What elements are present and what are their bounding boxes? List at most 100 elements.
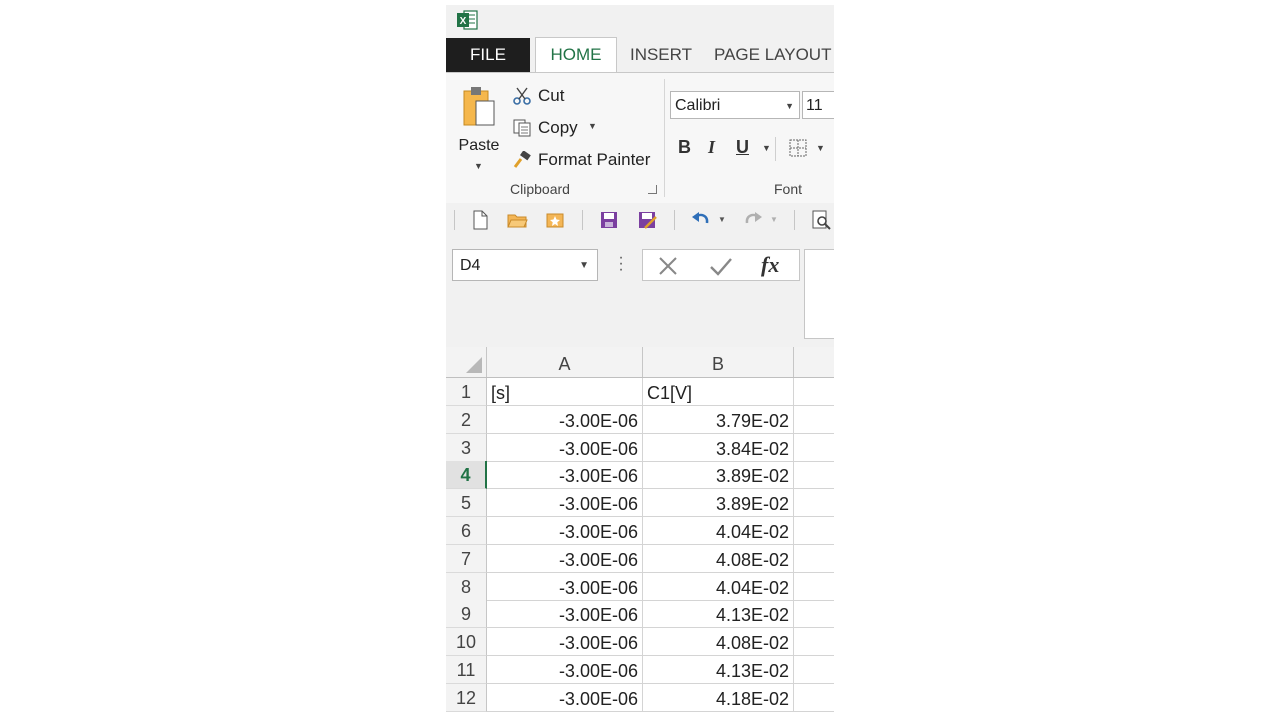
bold-button[interactable]: B [678, 137, 691, 158]
column-header-c[interactable] [794, 347, 834, 377]
cell-c[interactable] [794, 461, 834, 490]
cell-a[interactable]: -3.00E-06 [487, 517, 643, 545]
cell-a[interactable]: -3.00E-06 [487, 544, 643, 573]
row-header[interactable]: 5 [446, 489, 487, 518]
cell-b[interactable]: 4.18E-02 [643, 683, 794, 712]
italic-button[interactable]: I [708, 137, 715, 158]
dialog-launcher-icon[interactable] [648, 185, 657, 194]
table-row: 11 -3.00E-06 4.13E-02 [446, 656, 834, 684]
row-header[interactable]: 8 [446, 572, 487, 601]
cell-b[interactable]: 4.13E-02 [643, 600, 794, 629]
font-group-label: Font [774, 181, 803, 197]
spreadsheet-grid: A B 1 [s] C1[V] 2 -3.00E-06 3.79E-02 3 -3.00E-0… [446, 347, 834, 712]
cell-b[interactable]: 3.89E-02 [643, 489, 794, 518]
cell-a[interactable]: -3.00E-06 [487, 461, 643, 490]
row-header[interactable]: 2 [446, 405, 487, 434]
column-header-a[interactable]: A [487, 347, 643, 377]
row-header[interactable]: 1 [446, 378, 487, 406]
row-header[interactable]: 12 [446, 683, 487, 712]
row-header[interactable]: 4 [446, 461, 487, 490]
cell-a[interactable]: -3.00E-06 [487, 433, 643, 462]
cell-c[interactable] [794, 684, 834, 712]
cell-b[interactable]: 4.13E-02 [643, 656, 794, 684]
tab-page-layout[interactable]: PAGE LAYOUT [714, 38, 834, 72]
redo-chevron-down-icon[interactable]: ▼ [770, 215, 778, 224]
tab-home[interactable]: HOME [535, 37, 617, 73]
cancel-icon[interactable] [657, 255, 679, 277]
row-header[interactable]: 6 [446, 517, 487, 545]
chevron-down-icon[interactable]: ▼ [474, 161, 483, 171]
font-name-select[interactable]: Calibri ▼ [670, 91, 800, 119]
formula-input[interactable] [804, 249, 834, 339]
cell-c[interactable] [794, 489, 834, 518]
save-as-icon[interactable] [636, 209, 658, 231]
recent-icon[interactable] [544, 209, 566, 231]
copy-button[interactable]: Copy [512, 115, 612, 141]
table-row: 1 [s] C1[V] [446, 378, 834, 406]
tab-insert[interactable]: INSERT [621, 38, 701, 72]
cell-c[interactable] [794, 600, 834, 629]
cell-c[interactable] [794, 656, 834, 684]
select-all-button[interactable] [446, 347, 487, 377]
row-header[interactable]: 9 [446, 600, 487, 629]
table-row: 5 -3.00E-06 3.89E-02 [446, 489, 834, 518]
borders-chevron-down-icon[interactable]: ▼ [816, 143, 825, 153]
cell-b[interactable]: 3.79E-02 [643, 405, 794, 434]
divider [794, 210, 795, 230]
undo-chevron-down-icon[interactable]: ▼ [718, 215, 726, 224]
undo-icon[interactable] [690, 209, 712, 231]
copy-chevron-down-icon[interactable]: ▼ [588, 121, 597, 131]
tab-file[interactable]: FILE [446, 38, 530, 72]
insert-function-icon[interactable]: fx [761, 252, 779, 278]
open-folder-icon[interactable] [506, 209, 528, 231]
cell-a[interactable]: [s] [487, 378, 643, 406]
underline-button[interactable]: U [736, 137, 749, 158]
cell-a[interactable]: -3.00E-06 [487, 600, 643, 629]
row-header[interactable]: 11 [446, 656, 487, 684]
cell-c[interactable] [794, 573, 834, 601]
cell-c[interactable] [794, 628, 834, 657]
cell-b[interactable]: 4.04E-02 [643, 572, 794, 601]
cell-a[interactable]: -3.00E-06 [487, 489, 643, 518]
cell-a[interactable]: -3.00E-06 [487, 628, 643, 657]
copy-label: Copy [538, 118, 578, 137]
title-bar: X [446, 5, 834, 38]
cell-c[interactable] [794, 517, 834, 545]
cut-button[interactable]: Cut [512, 83, 592, 109]
cell-b[interactable]: 3.89E-02 [643, 461, 794, 490]
cell-c[interactable] [794, 406, 834, 434]
cell-c[interactable] [794, 434, 834, 462]
cell-b[interactable]: 4.08E-02 [643, 544, 794, 573]
cell-b[interactable]: 4.04E-02 [643, 517, 794, 545]
cell-a[interactable]: -3.00E-06 [487, 405, 643, 434]
borders-icon[interactable] [789, 139, 807, 157]
redo-icon[interactable] [742, 209, 764, 231]
format-painter-button[interactable]: Format Painter [512, 147, 662, 173]
save-icon[interactable] [598, 209, 620, 231]
cell-a[interactable]: -3.00E-06 [487, 683, 643, 712]
cell-b[interactable]: 4.08E-02 [643, 628, 794, 657]
cut-label: Cut [538, 86, 565, 105]
cell-c[interactable] [794, 545, 834, 573]
formula-buttons: fx [642, 249, 800, 281]
ribbon-tabs: FILE HOME INSERT PAGE LAYOUT [446, 37, 834, 73]
cell-a[interactable]: -3.00E-06 [487, 572, 643, 601]
row-header[interactable]: 7 [446, 544, 487, 573]
row-header[interactable]: 10 [446, 628, 487, 657]
new-document-icon[interactable] [469, 209, 491, 231]
more-options-icon[interactable]: · · · [618, 250, 624, 278]
select-all-triangle-icon [466, 357, 482, 373]
excel-logo-icon[interactable]: X [456, 9, 478, 31]
cell-b[interactable]: 3.84E-02 [643, 433, 794, 462]
cell-b[interactable]: C1[V] [643, 378, 794, 406]
enter-icon[interactable] [709, 255, 733, 277]
cell-c[interactable] [794, 378, 834, 406]
name-box[interactable]: D4 ▼ [452, 249, 598, 281]
font-size-select[interactable]: 11 [802, 91, 834, 119]
row-header[interactable]: 3 [446, 433, 487, 462]
underline-chevron-down-icon[interactable]: ▼ [762, 143, 771, 153]
print-preview-icon[interactable] [810, 209, 832, 231]
cell-a[interactable]: -3.00E-06 [487, 656, 643, 684]
column-header-b[interactable]: B [643, 347, 794, 377]
paste-button[interactable]: Paste ▼ [456, 81, 502, 173]
